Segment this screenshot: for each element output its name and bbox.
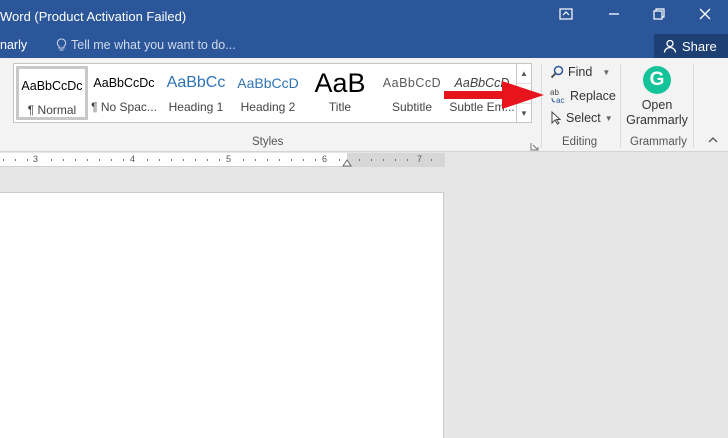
replace-button[interactable]: ab ac Replace [550,88,616,104]
style-name: ¶ No Spac... [91,100,157,114]
search-icon [550,65,564,79]
annotation-arrow-icon [444,81,544,109]
person-icon [663,39,677,53]
select-button[interactable]: Select ▼ [550,111,613,125]
style-heading-1[interactable]: AaBbCc Heading 1 [160,66,232,120]
document-page[interactable] [0,192,444,438]
find-label: Find [568,65,593,79]
style-name: ¶ Normal [27,103,77,117]
tell-me-placeholder: Tell me what you want to do... [71,38,236,52]
lightbulb-icon [56,38,67,51]
grammarly-logo-letter: G [649,69,665,90]
style-name: Heading 2 [240,100,296,114]
open-grammarly-label-1: Open [641,98,673,112]
tab-bar: narly Tell me what you want to do... Sha… [0,34,728,58]
style-preview: AaBbCcDc [93,76,155,90]
style-preview: AaBbCcD [382,76,442,90]
ribbon: AaBbCcDc ¶ Normal AaBbCcDc ¶ No Spac... … [0,58,728,152]
editing-group-label: Editing [562,136,598,148]
svg-text:ac: ac [556,96,564,104]
collapse-ribbon-icon[interactable] [707,136,719,147]
style-title[interactable]: AaB Title [304,66,376,120]
tell-me-search[interactable]: Tell me what you want to do... [56,38,236,52]
tab-grammarly-partial[interactable]: narly [0,38,27,52]
window-title: Word (Product Activation Failed) [0,9,187,24]
style-subtitle[interactable]: AaBbCcD Subtitle [376,66,448,120]
grammarly-group-label: Grammarly [630,136,687,148]
grammarly-logo-icon: G [643,66,671,94]
title-bar: Word (Product Activation Failed) [0,0,728,34]
styles-dialog-launcher-icon[interactable] [530,138,539,151]
styles-group-label: Styles [252,136,284,148]
cursor-arrow-icon [551,111,562,125]
right-indent-marker-icon [342,159,352,167]
style-normal[interactable]: AaBbCcDc ¶ Normal [16,66,88,120]
ribbon-display-options-icon[interactable] [557,8,575,24]
minimize-icon[interactable] [605,8,623,24]
horizontal-ruler[interactable]: 3 4 5 6 7 [0,153,445,167]
group-separator [620,64,621,148]
style-name: Subtitle [391,100,433,114]
close-icon[interactable] [696,8,714,24]
select-label: Select [566,111,601,125]
restore-icon[interactable] [650,8,668,24]
ruler-ticks [3,159,432,167]
open-grammarly-button[interactable]: G Open Grammarly [624,64,690,134]
style-heading-2[interactable]: AaBbCcD Heading 2 [232,66,304,120]
share-label: Share [682,38,717,54]
style-name: Title [328,100,352,114]
group-separator [693,64,694,148]
style-no-spacing[interactable]: AaBbCcDc ¶ No Spac... [88,66,160,120]
styles-gallery: AaBbCcDc ¶ Normal AaBbCcDc ¶ No Spac... … [13,63,517,123]
find-button[interactable]: Find ▼ [550,65,610,79]
open-grammarly-label-2: Grammarly [626,113,688,127]
replace-label: Replace [570,89,616,103]
document-canvas [0,168,728,438]
chevron-down-icon: ▼ [604,113,613,123]
style-name: Heading 1 [168,100,224,114]
chevron-down-icon: ▼ [602,67,611,77]
style-preview: AaBbCcDc [21,79,83,93]
style-preview: AaBbCc [166,74,226,91]
style-preview: AaBbCcD [237,75,299,91]
share-button[interactable]: Share [654,34,728,58]
replace-icon: abac [550,88,564,104]
style-preview: AaB [314,68,366,98]
